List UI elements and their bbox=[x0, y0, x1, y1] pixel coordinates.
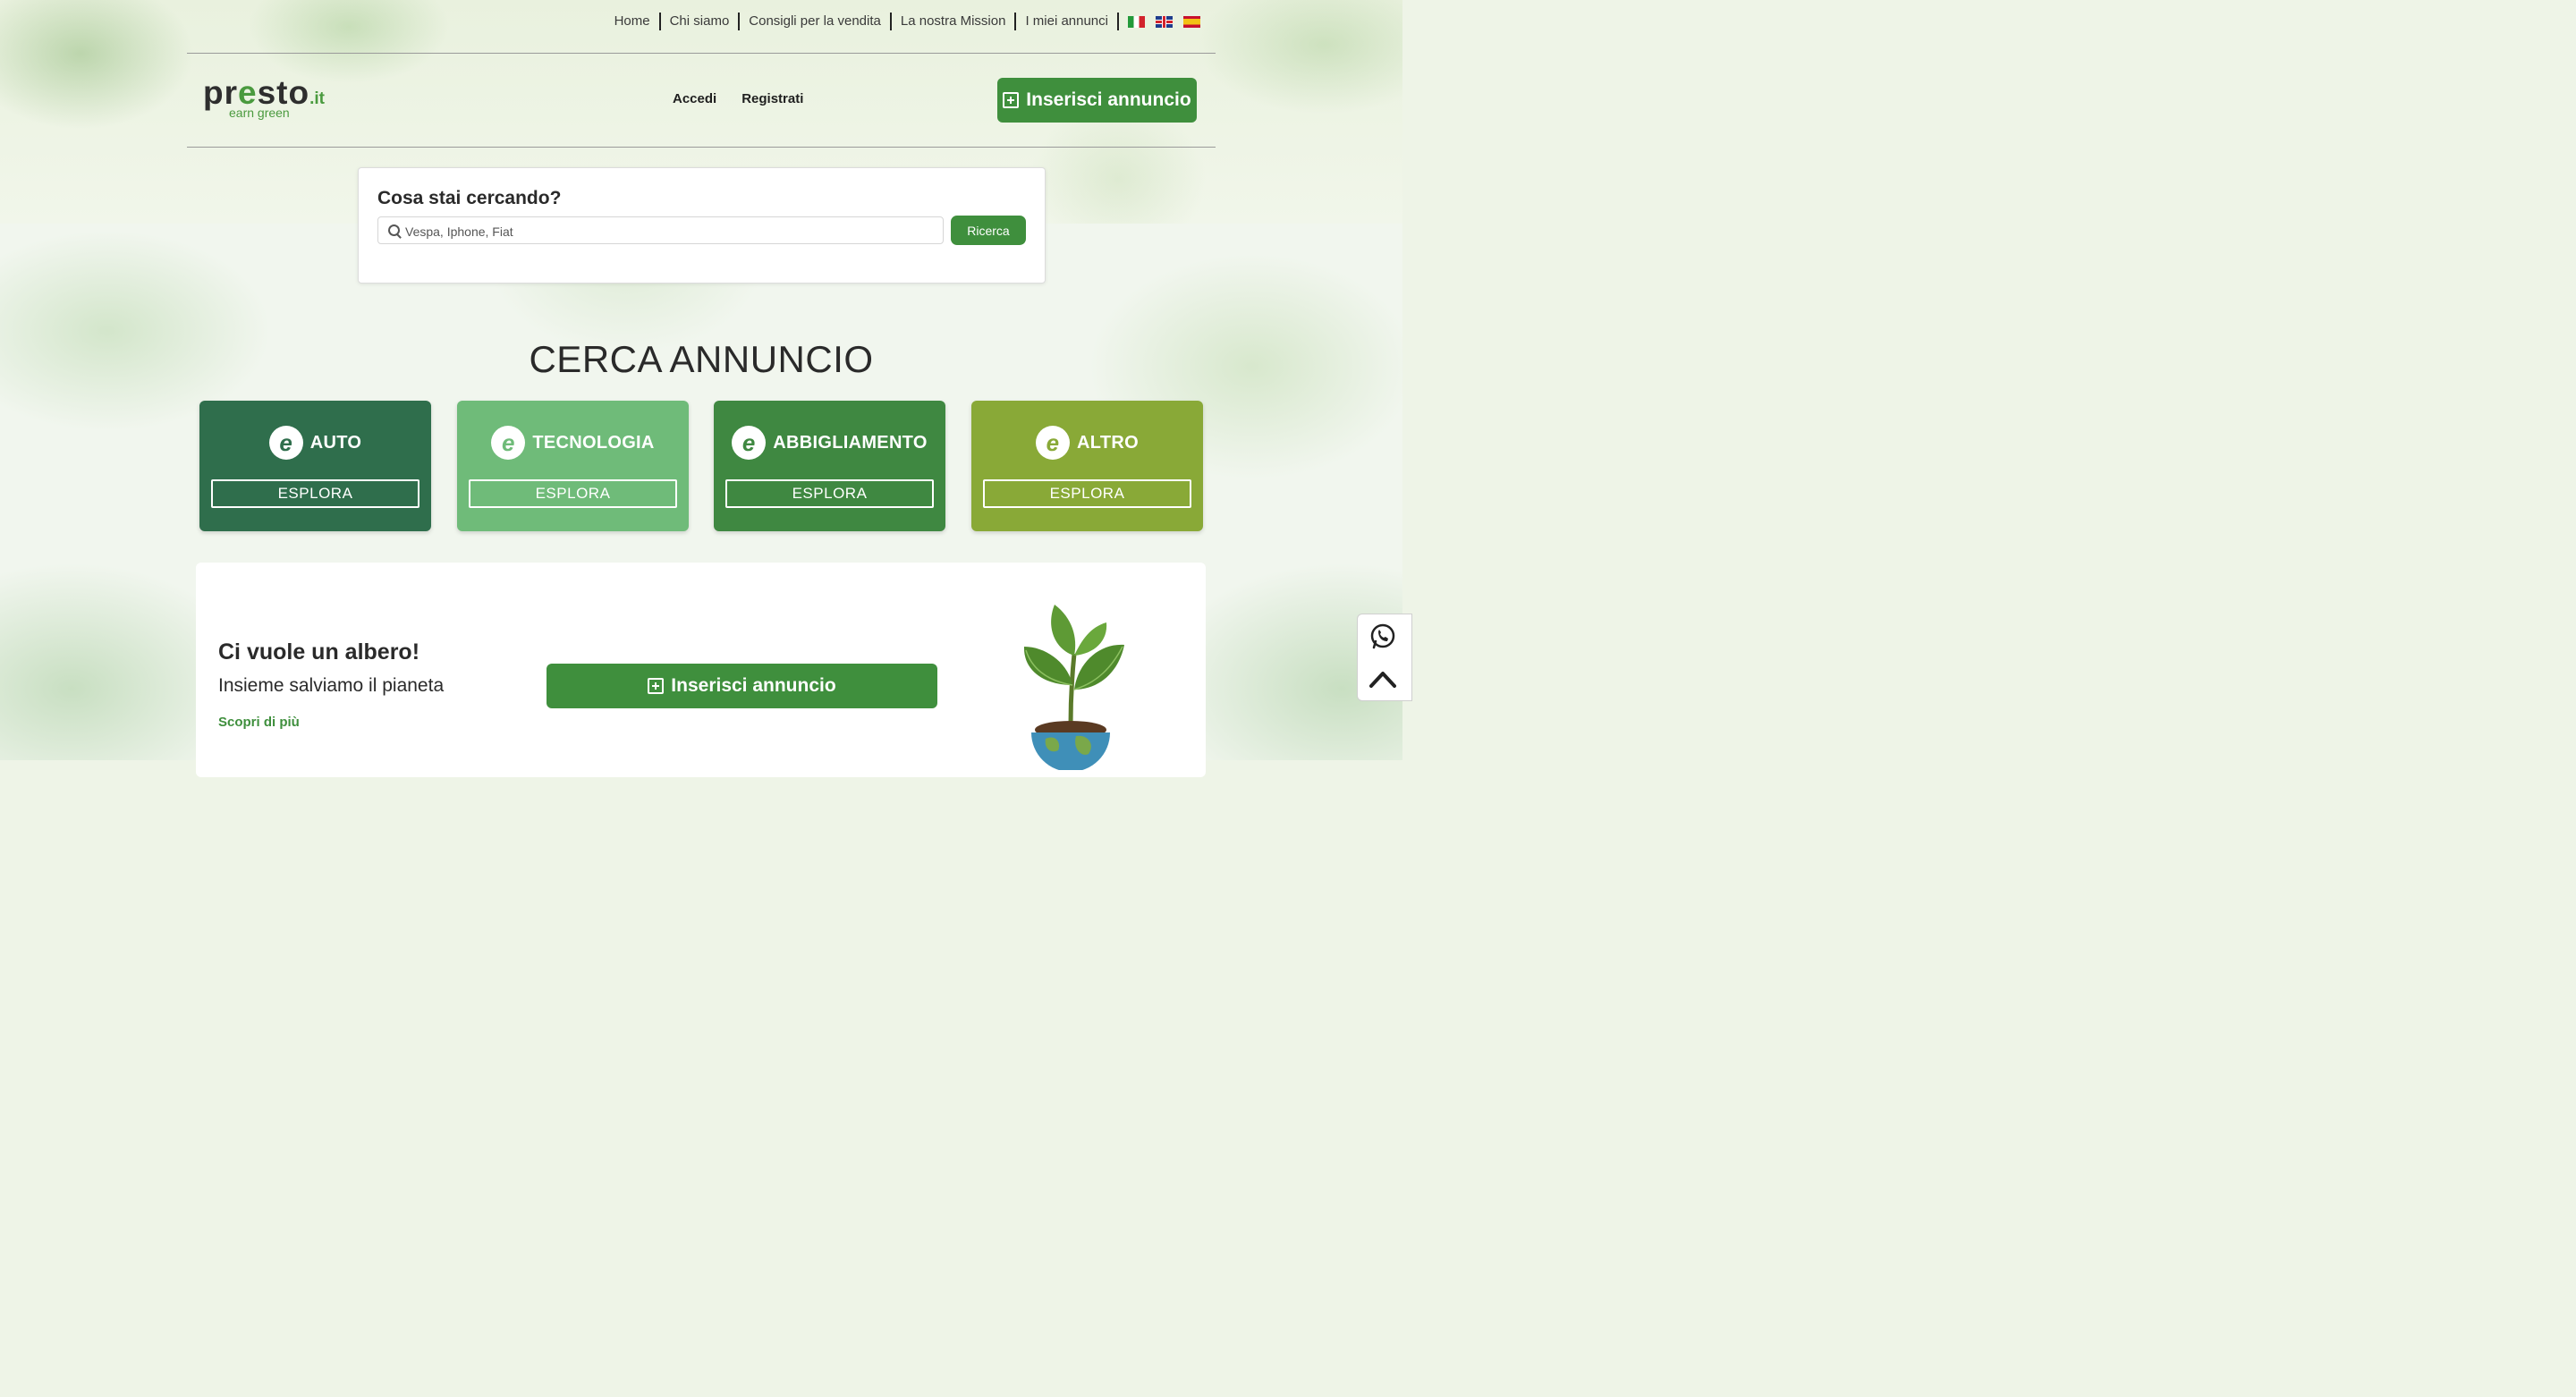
search-input[interactable] bbox=[403, 217, 935, 245]
search-button[interactable]: Ricerca bbox=[951, 216, 1026, 245]
italian-flag-icon[interactable] bbox=[1128, 15, 1145, 28]
whatsapp-icon[interactable] bbox=[1368, 622, 1397, 651]
nav-consigli-vendita[interactable]: Consigli per la vendita bbox=[740, 13, 892, 30]
insert-listing-label: Inserisci annuncio bbox=[1026, 89, 1191, 110]
logo-tld: .it bbox=[309, 89, 325, 108]
language-switcher bbox=[1119, 15, 1200, 28]
explore-button-altro[interactable]: ESPLORA bbox=[983, 479, 1191, 508]
plus-square-icon bbox=[648, 678, 665, 694]
presto-e-icon: e bbox=[268, 426, 303, 460]
floating-side-actions bbox=[1357, 614, 1412, 701]
category-card-auto: e AUTO ESPLORA bbox=[199, 401, 431, 531]
plant-globe-illustration bbox=[1023, 605, 1124, 770]
section-title: CERCA ANNUNCIO bbox=[529, 338, 874, 380]
category-label: AUTO bbox=[309, 432, 362, 453]
category-label: ALTRO bbox=[1077, 432, 1139, 453]
presto-e-icon: e bbox=[1036, 426, 1071, 460]
site-logo[interactable]: presto.it earn green bbox=[203, 75, 325, 121]
nav-home[interactable]: Home bbox=[614, 13, 661, 30]
search-box bbox=[377, 216, 944, 245]
plus-square-icon bbox=[1003, 92, 1020, 108]
insert-listing-button[interactable]: Inserisci annuncio bbox=[997, 78, 1197, 123]
nav-chi-siamo[interactable]: Chi siamo bbox=[661, 13, 741, 30]
learn-more-link[interactable]: Scopri di più bbox=[218, 715, 300, 730]
top-navigation: Home Chi siamo Consigli per la vendita L… bbox=[614, 13, 1200, 30]
register-link[interactable]: Registrati bbox=[741, 91, 803, 106]
nav-mission[interactable]: La nostra Mission bbox=[892, 13, 1017, 30]
category-label: TECNOLOGIA bbox=[532, 432, 655, 453]
divider bbox=[187, 147, 1216, 148]
search-card: Cosa stai cercando? Ricerca bbox=[358, 167, 1046, 284]
nav-miei-annunci[interactable]: I miei annunci bbox=[1016, 13, 1119, 30]
tree-promo-card: Ci vuole un albero! Insieme salviamo il … bbox=[196, 563, 1206, 777]
search-icon bbox=[388, 224, 400, 236]
category-card-abbigliamento: e ABBIGLIAMENTO ESPLORA bbox=[714, 401, 945, 531]
uk-flag-icon[interactable] bbox=[1156, 15, 1173, 28]
category-card-tecnologia: e TECNOLOGIA ESPLORA bbox=[457, 401, 689, 531]
tree-title: Ci vuole un albero! bbox=[218, 639, 420, 665]
scroll-top-icon[interactable] bbox=[1368, 668, 1397, 690]
category-label: ABBIGLIAMENTO bbox=[773, 432, 928, 453]
explore-button-abbigliamento[interactable]: ESPLORA bbox=[725, 479, 934, 508]
explore-button-tecnologia[interactable]: ESPLORA bbox=[469, 479, 677, 508]
tree-subtitle: Insieme salviamo il pianeta bbox=[218, 675, 445, 696]
category-card-altro: e ALTRO ESPLORA bbox=[971, 401, 1203, 531]
login-link[interactable]: Accedi bbox=[673, 91, 716, 106]
presto-e-icon: e bbox=[732, 426, 767, 460]
spanish-flag-icon[interactable] bbox=[1183, 15, 1200, 28]
insert-listing-label: Inserisci annuncio bbox=[671, 675, 836, 696]
auth-links: Accedi Registrati bbox=[673, 91, 803, 106]
search-title: Cosa stai cercando? bbox=[377, 188, 562, 208]
insert-listing-button-secondary[interactable]: Inserisci annuncio bbox=[547, 664, 937, 708]
logo-tagline: earn green bbox=[229, 106, 290, 120]
divider bbox=[187, 53, 1216, 54]
presto-e-icon: e bbox=[491, 426, 526, 460]
explore-button-auto[interactable]: ESPLORA bbox=[211, 479, 419, 508]
